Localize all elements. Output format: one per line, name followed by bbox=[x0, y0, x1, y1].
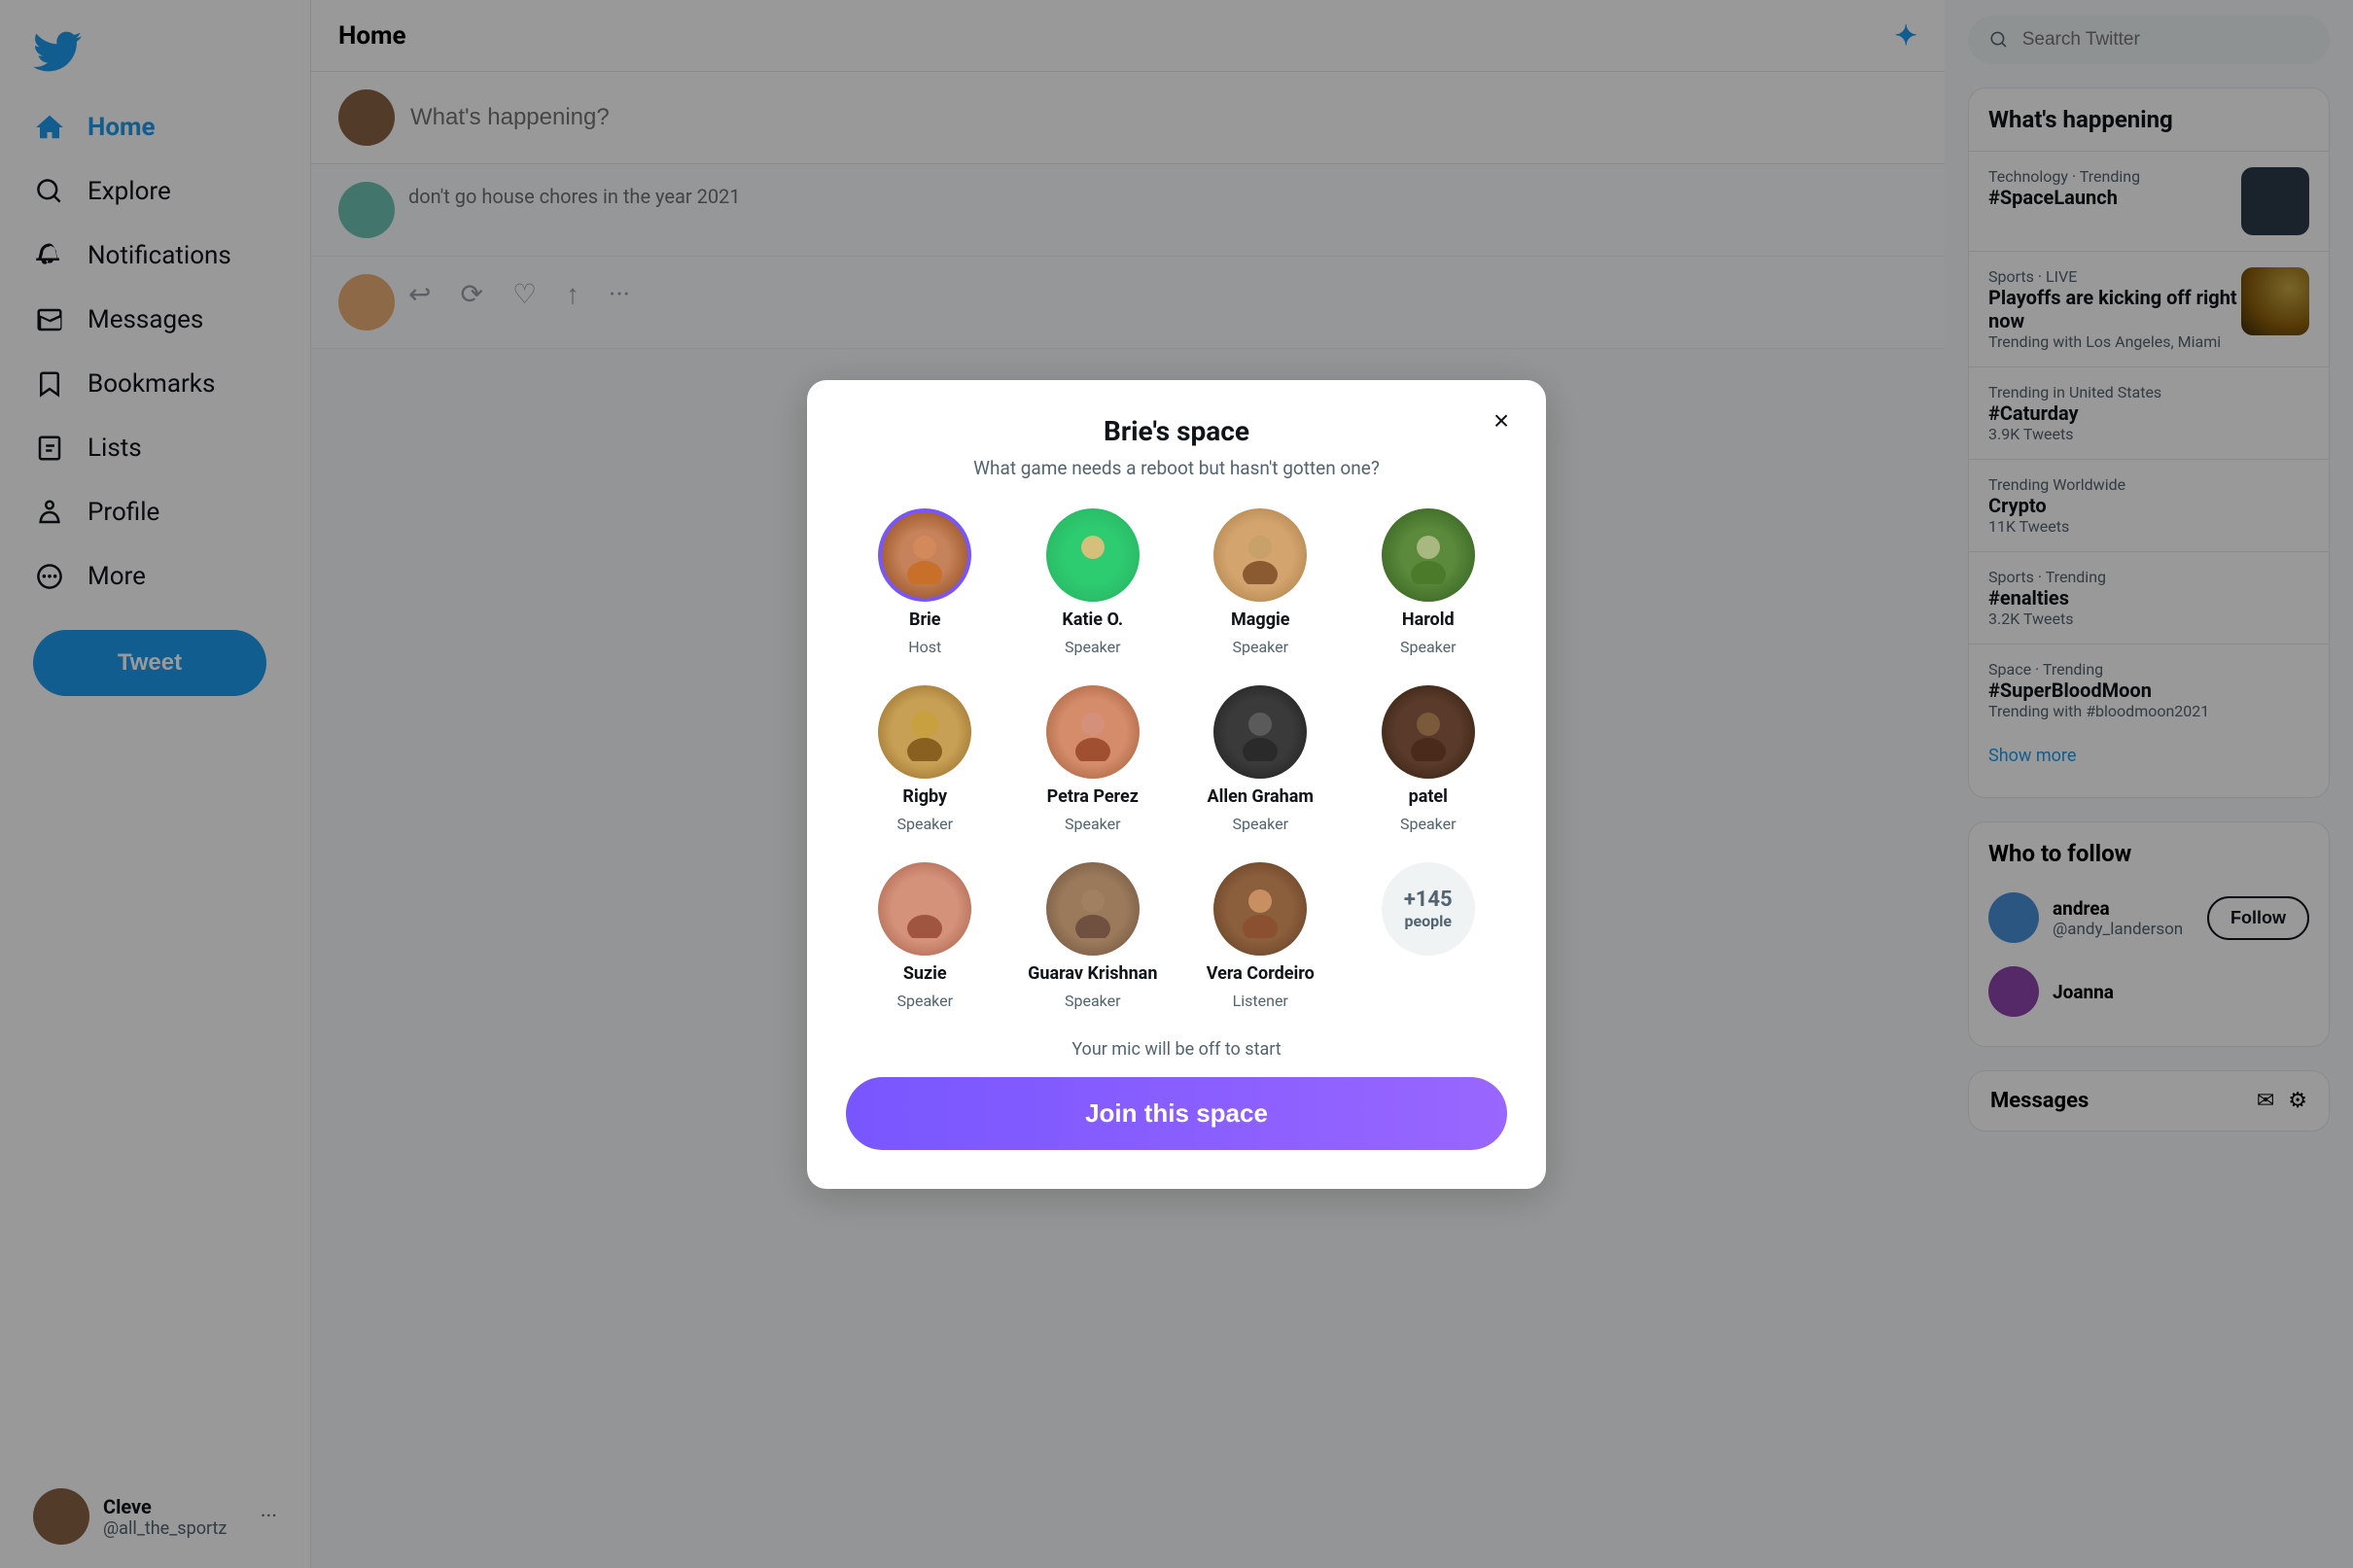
speaker-role: Speaker bbox=[1065, 638, 1121, 656]
speaker-vera[interactable]: Vera Cordeiro Listener bbox=[1181, 862, 1340, 1010]
speaker-name: patel bbox=[1409, 786, 1448, 807]
speaker-name: Suzie bbox=[903, 963, 947, 984]
speaker-katie[interactable]: Katie O. Speaker bbox=[1014, 508, 1173, 656]
speaker-role: Speaker bbox=[1065, 815, 1121, 833]
speaker-role: Speaker bbox=[1400, 815, 1457, 833]
speaker-name: Brie bbox=[909, 610, 941, 630]
speaker-avatar bbox=[878, 685, 971, 779]
speaker-name: Allen Graham bbox=[1208, 786, 1314, 807]
speaker-name: Vera Cordeiro bbox=[1207, 963, 1315, 984]
plus-people: +145 people bbox=[1350, 862, 1508, 1010]
plus-label: people bbox=[1404, 912, 1452, 930]
speaker-name: Katie O. bbox=[1062, 610, 1123, 630]
space-modal: × Brie's space What game needs a reboot … bbox=[807, 380, 1546, 1189]
speaker-role: Speaker bbox=[1232, 815, 1288, 833]
speaker-suzie[interactable]: Suzie Speaker bbox=[846, 862, 1004, 1010]
modal-header: Brie's space What game needs a reboot bu… bbox=[846, 415, 1507, 479]
speaker-name: Harold bbox=[1402, 610, 1455, 630]
speaker-petra[interactable]: Petra Perez Speaker bbox=[1014, 685, 1173, 833]
speaker-avatar bbox=[1046, 685, 1140, 779]
speaker-role: Speaker bbox=[896, 992, 953, 1010]
speaker-avatar bbox=[1046, 862, 1140, 956]
speaker-role: Speaker bbox=[1065, 992, 1121, 1010]
speaker-avatar bbox=[878, 862, 971, 956]
speaker-rigby[interactable]: Rigby Speaker bbox=[846, 685, 1004, 833]
speaker-name: Guarav Krishnan bbox=[1028, 963, 1157, 984]
speaker-harold[interactable]: Harold Speaker bbox=[1350, 508, 1508, 656]
speaker-avatar bbox=[1382, 685, 1475, 779]
modal-title: Brie's space bbox=[846, 415, 1507, 447]
close-button[interactable]: × bbox=[1478, 398, 1525, 444]
speaker-avatar bbox=[878, 508, 971, 602]
speaker-guarav[interactable]: Guarav Krishnan Speaker bbox=[1014, 862, 1173, 1010]
speaker-avatar bbox=[1213, 508, 1307, 602]
speaker-role: Speaker bbox=[1232, 638, 1288, 656]
speaker-avatar bbox=[1213, 862, 1307, 956]
plus-badge: +145 people bbox=[1382, 862, 1475, 956]
modal-overlay[interactable]: × Brie's space What game needs a reboot … bbox=[0, 0, 2353, 1568]
plus-count: +145 bbox=[1404, 888, 1453, 912]
modal-subtitle: What game needs a reboot but hasn't gott… bbox=[846, 457, 1507, 479]
speaker-role: Listener bbox=[1233, 992, 1288, 1010]
speaker-maggie[interactable]: Maggie Speaker bbox=[1181, 508, 1340, 656]
speaker-brie[interactable]: Brie Host bbox=[846, 508, 1004, 656]
speaker-name: Maggie bbox=[1231, 610, 1289, 630]
speaker-patel[interactable]: patel Speaker bbox=[1350, 685, 1508, 833]
speaker-name: Rigby bbox=[902, 786, 947, 807]
speaker-allen[interactable]: Allen Graham Speaker bbox=[1181, 685, 1340, 833]
speaker-role: Speaker bbox=[896, 815, 953, 833]
speaker-avatar bbox=[1213, 685, 1307, 779]
speaker-avatar bbox=[1382, 508, 1475, 602]
speaker-role: Speaker bbox=[1400, 638, 1457, 656]
speaker-name: Petra Perez bbox=[1047, 786, 1139, 807]
speakers-grid: Brie Host Katie O. Speaker bbox=[846, 508, 1507, 1010]
join-button[interactable]: Join this space bbox=[846, 1077, 1507, 1150]
mic-notice: Your mic will be off to start bbox=[846, 1039, 1507, 1060]
speaker-role: Host bbox=[908, 638, 941, 656]
speaker-avatar bbox=[1046, 508, 1140, 602]
